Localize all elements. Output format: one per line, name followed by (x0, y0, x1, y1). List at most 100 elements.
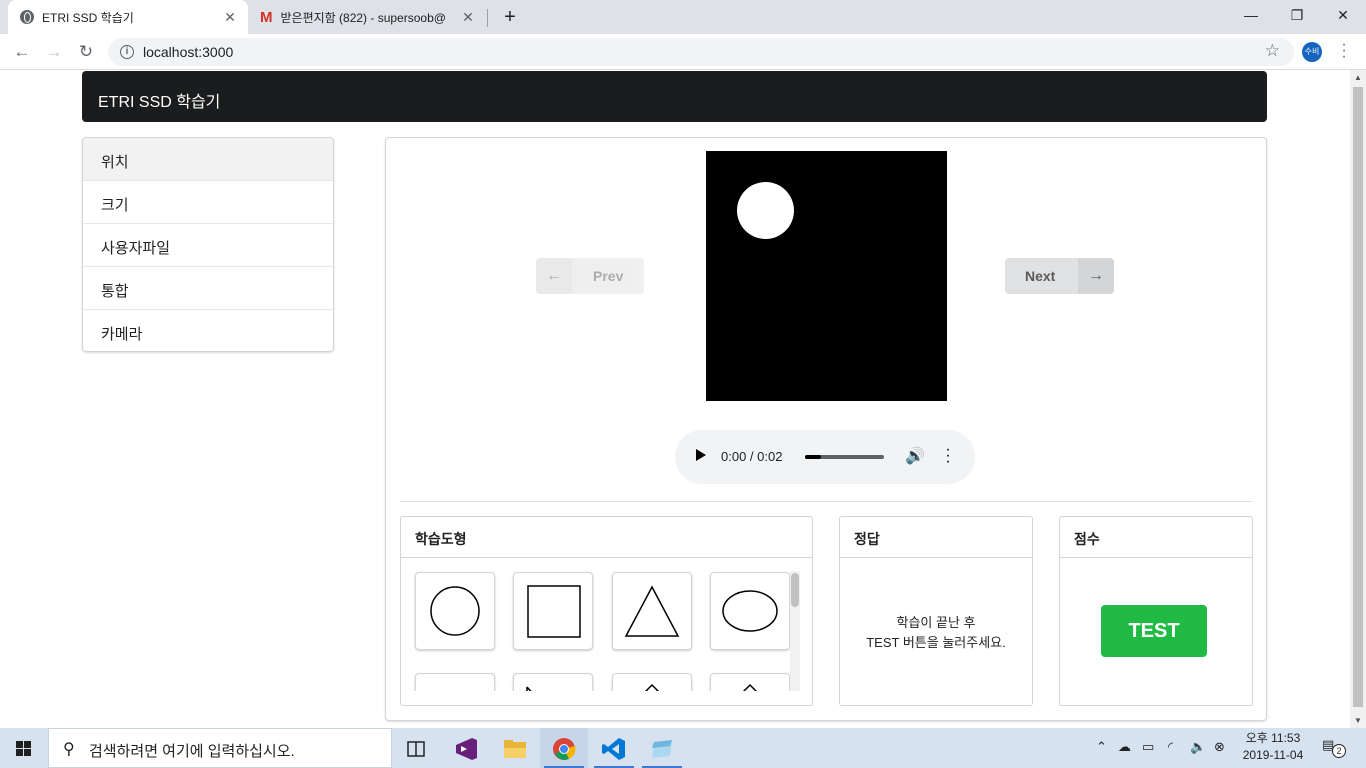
arrow-left-icon: ← (536, 258, 572, 294)
clock-date: 2019-11-04 (1242, 748, 1304, 762)
file-explorer-icon[interactable] (491, 728, 539, 768)
close-window-button[interactable]: ✕ (1320, 0, 1366, 30)
page-content: ETRI SSD 학습기 위치 크기 사용자파일 통합 카메라 ← Prev N… (0, 70, 1350, 728)
menu-item-camera[interactable]: 카메라 (83, 310, 333, 351)
test-button[interactable]: TEST (1101, 605, 1207, 657)
scroll-up-icon[interactable]: ▲ (1350, 73, 1366, 82)
volume-icon[interactable]: 🔊 (905, 446, 925, 466)
forward-arrow-icon[interactable]: → (42, 40, 66, 64)
profile-avatar[interactable]: 수비 (1302, 42, 1322, 62)
tab-title: ETRI SSD 학습기 (42, 10, 134, 25)
next-button[interactable]: Next → (1005, 258, 1114, 294)
more-vert-icon[interactable]: · · · (945, 442, 951, 470)
menu-item-position[interactable]: 위치 (83, 138, 333, 181)
battery-icon[interactable]: ▭ (1142, 739, 1154, 755)
task-view-icon[interactable] (392, 728, 440, 768)
next-label: Next (1025, 268, 1056, 284)
shape-card-circle[interactable] (415, 572, 495, 650)
visual-studio-icon[interactable] (442, 728, 490, 768)
page-scroll-thumb[interactable] (1353, 87, 1363, 707)
app-title: ETRI SSD 학습기 (98, 94, 221, 111)
url-text[interactable]: localhost:3000 (143, 44, 233, 60)
browser-toolbar: ← → ↻ i localhost:3000 ☆ 수비 · · · (0, 34, 1366, 70)
scroll-down-icon[interactable]: ▼ (1350, 716, 1366, 725)
menu-item-integrated[interactable]: 통합 (83, 267, 333, 310)
clock-time: 오후 11:53 (1245, 731, 1301, 745)
prev-button[interactable]: ← Prev (536, 258, 644, 294)
answer-instructions: 학습이 끝난 후 TEST 버튼을 눌러주세요. (840, 613, 1032, 653)
app-header: ETRI SSD 학습기 (82, 71, 1267, 122)
white-circle-stimulus (737, 182, 794, 239)
audio-seek-bar[interactable] (805, 455, 884, 459)
ellipse-shape-icon (722, 590, 778, 632)
main-segment: ← Prev Next → 0:00 / 0:02 🔊 · · · 학습도형 정… (385, 137, 1267, 721)
arrow-shape-icon (526, 686, 532, 691)
training-stage (706, 151, 947, 401)
arrow-right-icon: → (1078, 258, 1114, 294)
score-panel: 점수 TEST (1059, 516, 1253, 706)
close-icon[interactable]: ✕ (460, 9, 476, 26)
taskbar-clock[interactable]: 오후 11:53 2019-11-04 (1236, 730, 1310, 764)
shapes-panel: 학습도형 (400, 516, 813, 706)
side-menu: 위치 크기 사용자파일 통합 카메라 (82, 137, 334, 352)
line-shape-icon (416, 674, 496, 691)
shapes-scroll-thumb[interactable] (791, 573, 799, 607)
vscode-icon[interactable] (590, 728, 638, 768)
circle-shape-icon (430, 586, 480, 636)
gmail-icon: M (260, 8, 273, 26)
taskbar-search-placeholder: 검색하려면 여기에 입력하십시오. (89, 743, 295, 760)
app-icon[interactable] (638, 728, 686, 768)
menu-item-user-file[interactable]: 사용자파일 (83, 224, 333, 267)
info-icon[interactable]: i (120, 45, 134, 59)
search-icon: ⚲ (63, 741, 75, 758)
chrome-icon[interactable] (540, 728, 588, 768)
minimize-button[interactable]: — (1228, 0, 1274, 30)
answer-panel-title: 정답 (840, 517, 1032, 558)
page-scrollbar[interactable]: ▲ ▼ (1350, 70, 1366, 728)
speaker-icon[interactable]: 🔈 (1190, 739, 1206, 755)
onedrive-icon[interactable]: ☁ (1118, 739, 1131, 755)
answer-line-1: 학습이 끝난 후 (896, 615, 976, 630)
shapes-scrollbar[interactable] (790, 571, 800, 691)
audio-time: 0:00 / 0:02 (721, 449, 783, 464)
triangle-shape-icon (624, 585, 680, 637)
shape-card-line[interactable] (415, 673, 495, 691)
play-icon[interactable] (696, 449, 706, 461)
notification-center-icon[interactable]: ▤ 2 (1322, 737, 1346, 758)
shapes-panel-title: 학습도형 (401, 517, 812, 558)
chevron-up-shape-icon (644, 683, 660, 691)
back-arrow-icon[interactable]: ← (10, 40, 34, 64)
start-button[interactable] (0, 728, 48, 768)
chevron-up-icon[interactable]: ⌃ (1096, 739, 1107, 755)
reload-icon[interactable]: ↻ (74, 40, 98, 64)
restore-button[interactable]: ❐ (1274, 0, 1320, 30)
menu-item-size[interactable]: 크기 (83, 181, 333, 224)
shape-card-chevron[interactable] (612, 673, 692, 691)
tab-gmail[interactable]: M 받은편지함 (822) - supersoob@ ✕ (250, 0, 486, 34)
new-tab-button[interactable]: + (498, 5, 522, 29)
shape-card-triangle[interactable] (612, 572, 692, 650)
close-icon[interactable]: ✕ (222, 9, 238, 26)
tab-etri-ssd[interactable]: ETRI SSD 학습기 ✕ (8, 0, 248, 34)
shape-card-square[interactable] (513, 572, 593, 650)
ime-off-icon[interactable]: ⊗ (1214, 739, 1225, 755)
shape-card-chevron-2[interactable] (710, 673, 790, 691)
shape-card-arrow[interactable] (513, 673, 593, 691)
globe-icon (20, 10, 34, 24)
wifi-icon[interactable]: ◜ (1168, 739, 1173, 755)
address-bar[interactable]: i localhost:3000 ☆ (108, 38, 1294, 66)
more-vert-icon[interactable]: · · · (1338, 37, 1350, 65)
windows-logo-icon (16, 741, 31, 756)
star-icon[interactable]: ☆ (1265, 41, 1280, 61)
shape-grid (401, 558, 791, 691)
answer-panel: 정답 학습이 끝난 후 TEST 버튼을 눌러주세요. (839, 516, 1033, 706)
divider (400, 501, 1252, 502)
shape-card-ellipse[interactable] (710, 572, 790, 650)
tab-title: 받은편지함 (822) - supersoob@ (280, 10, 446, 25)
audio-player[interactable]: 0:00 / 0:02 🔊 · · · (675, 430, 975, 484)
browser-tabstrip: ETRI SSD 학습기 ✕ M 받은편지함 (822) - supersoob… (0, 0, 1366, 34)
answer-line-2: TEST 버튼을 눌러주세요. (866, 635, 1006, 650)
notification-count: 2 (1332, 744, 1346, 758)
taskbar-search[interactable]: ⚲ 검색하려면 여기에 입력하십시오. (48, 728, 392, 768)
chevron-up-shape-icon (742, 683, 758, 691)
